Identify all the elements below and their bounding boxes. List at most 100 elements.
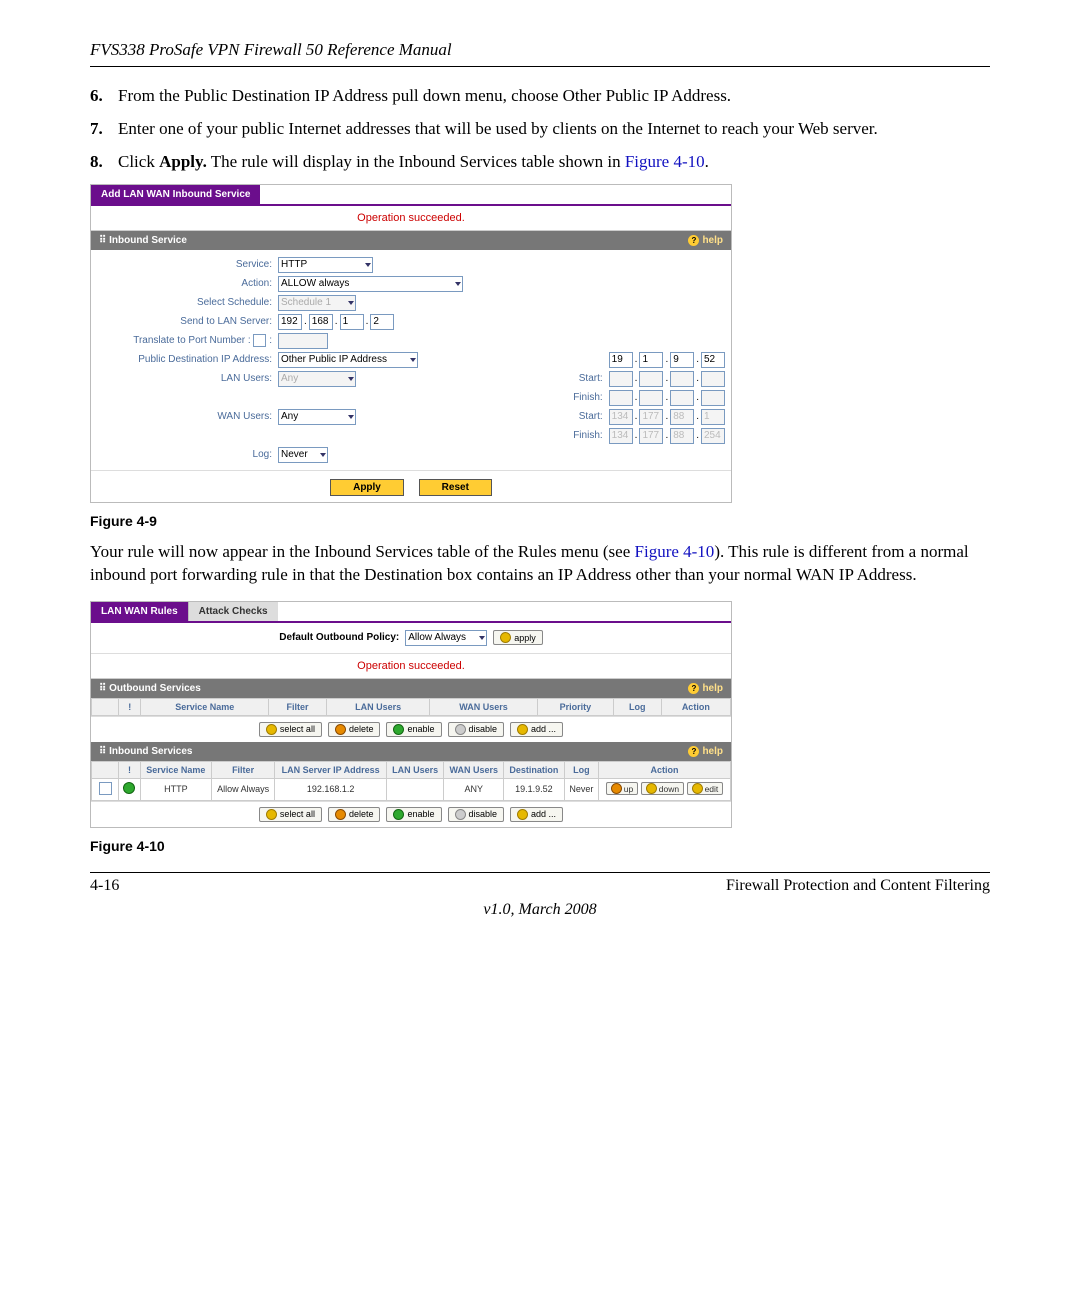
add-button[interactable]: add ... <box>510 807 563 822</box>
dot-icon <box>455 724 466 735</box>
ip-seg[interactable] <box>609 352 633 368</box>
apply-button[interactable]: Apply <box>330 479 404 496</box>
doc-header: FVS338 ProSafe VPN Firewall 50 Reference… <box>90 40 990 60</box>
disable-button[interactable]: disable <box>448 722 505 737</box>
check-icon <box>500 632 511 643</box>
enable-button[interactable]: enable <box>386 722 441 737</box>
ip-seg <box>670 409 694 425</box>
help-link[interactable]: ?help <box>688 746 723 757</box>
start-label: Start: <box>555 373 603 384</box>
t: Inbound Services <box>109 746 192 757</box>
cell-filter: Allow Always <box>211 778 275 800</box>
translate-port-input <box>278 333 328 349</box>
figure-4-10-screenshot: LAN WAN Rules Attack Checks Default Outb… <box>90 601 732 828</box>
col-log: Log <box>613 698 661 715</box>
help-link[interactable]: ?help <box>688 235 723 246</box>
ip-seg <box>639 390 663 406</box>
help-icon: ? <box>688 235 699 246</box>
down-icon <box>646 783 657 794</box>
edit-button[interactable]: edit <box>687 782 724 795</box>
lan-server-ip: . . . <box>278 314 394 330</box>
service-label: Service: <box>97 259 278 270</box>
log-select[interactable] <box>278 447 328 463</box>
up-button[interactable]: up <box>606 782 638 795</box>
down-button[interactable]: down <box>641 782 684 795</box>
col-bang: ! <box>119 761 141 778</box>
cell-dest: 19.1.9.52 <box>504 778 564 800</box>
t: The rule will display in the Inbound Ser… <box>207 152 625 171</box>
step-num: 7. <box>90 118 118 141</box>
select-all-button[interactable]: select all <box>259 722 322 737</box>
col-bang: ! <box>119 698 141 715</box>
service-select[interactable] <box>278 257 373 273</box>
figure-ref-link[interactable]: Figure 4-10 <box>625 152 705 171</box>
tab-lan-wan-rules[interactable]: LAN WAN Rules <box>91 602 188 621</box>
ip-seg[interactable] <box>639 352 663 368</box>
ip-seg[interactable] <box>309 314 333 330</box>
help-icon: ? <box>688 683 699 694</box>
log-label: Log: <box>97 449 278 460</box>
delete-button[interactable]: delete <box>328 807 381 822</box>
action-label: Action: <box>97 278 278 289</box>
t: apply <box>514 633 536 643</box>
tab-attack-checks[interactable]: Attack Checks <box>188 602 278 621</box>
header-rule <box>90 66 990 67</box>
reset-button[interactable]: Reset <box>419 479 492 496</box>
x-icon <box>335 809 346 820</box>
col-service: Service Name <box>140 761 211 778</box>
ip-seg[interactable] <box>340 314 364 330</box>
row-checkbox[interactable] <box>99 782 112 795</box>
lan-users-label: LAN Users: <box>97 373 278 384</box>
status-dot-icon <box>123 782 135 794</box>
add-button[interactable]: add ... <box>510 722 563 737</box>
default-outbound-policy-row: Default Outbound Policy: apply <box>91 623 731 654</box>
col-action: Action <box>599 761 731 778</box>
apply-button[interactable]: apply <box>493 630 543 645</box>
ip-seg <box>609 390 633 406</box>
wan-users-label: WAN Users: <box>97 411 278 422</box>
disable-button[interactable]: disable <box>448 807 505 822</box>
cell-service: HTTP <box>140 778 211 800</box>
dot-icon <box>393 724 404 735</box>
step-text: Enter one of your public Internet addres… <box>118 118 878 141</box>
check-icon <box>266 809 277 820</box>
page-number: 4-16 <box>90 877 119 895</box>
action-select[interactable] <box>278 276 463 292</box>
table-row: HTTP Allow Always 192.168.1.2 ANY 19.1.9… <box>92 778 731 800</box>
finish-label: Finish: <box>555 430 603 441</box>
ip-seg[interactable] <box>701 352 725 368</box>
enable-button[interactable]: enable <box>386 807 441 822</box>
col-wan: WAN Users <box>430 698 538 715</box>
footer-section: Firewall Protection and Content Filterin… <box>726 877 990 895</box>
help-link[interactable]: ?help <box>688 683 723 694</box>
col-log: Log <box>564 761 598 778</box>
help-icon: ? <box>688 746 699 757</box>
delete-button[interactable]: delete <box>328 722 381 737</box>
ip-seg <box>701 390 725 406</box>
pub-dest-select[interactable] <box>278 352 418 368</box>
figure-ref-link[interactable]: Figure 4-10 <box>635 542 715 561</box>
inbound-header: ⠿ Inbound Services ?help <box>91 742 731 761</box>
ip-seg[interactable] <box>278 314 302 330</box>
schedule-select <box>278 295 356 311</box>
dot-icon <box>455 809 466 820</box>
ip-seg[interactable] <box>670 352 694 368</box>
wan-users-select[interactable] <box>278 409 356 425</box>
translate-checkbox[interactable] <box>253 334 266 347</box>
inbound-action-row: select all delete enable disable add ... <box>91 801 731 827</box>
ip-seg[interactable] <box>370 314 394 330</box>
section-title: ⠿ Inbound Service <box>99 235 187 246</box>
status-message: Operation succeeded. <box>91 206 731 231</box>
col-priority: Priority <box>537 698 613 715</box>
outbound-policy-select[interactable] <box>405 630 487 646</box>
send-lan-label: Send to LAN Server: <box>97 316 278 327</box>
tab-add-inbound[interactable]: Add LAN WAN Inbound Service <box>91 185 260 204</box>
col-filter: Filter <box>268 698 326 715</box>
cell-lan-ip: 192.168.1.2 <box>275 778 387 800</box>
finish-label: Finish: <box>555 392 603 403</box>
translate-label: Translate to Port Number : : <box>97 334 278 347</box>
cell-log: Never <box>564 778 598 800</box>
select-all-button[interactable]: select all <box>259 807 322 822</box>
status-message: Operation succeeded. <box>91 654 731 679</box>
tab-row: Add LAN WAN Inbound Service <box>91 185 731 206</box>
